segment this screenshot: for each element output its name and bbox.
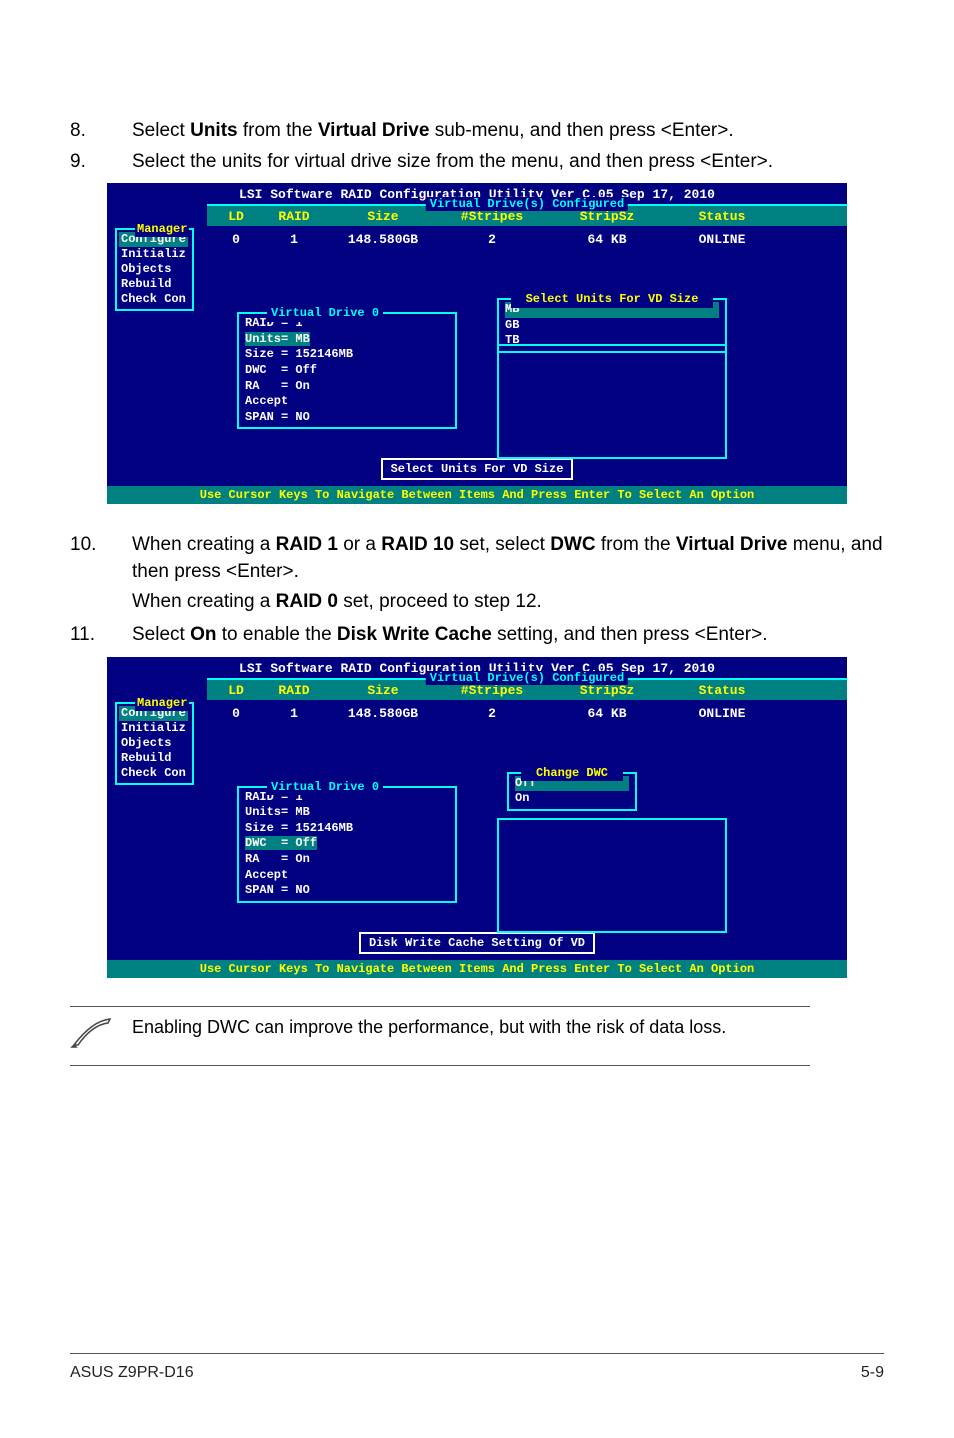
note-pencil-icon	[70, 1017, 114, 1055]
menu-item: Check Con	[119, 766, 188, 781]
footer-page-number: 5-9	[861, 1364, 884, 1382]
step-body-sub: When creating a RAID 0 set, proceed to s…	[132, 589, 884, 616]
bios-footer: Use Cursor Keys To Navigate Between Item…	[107, 486, 847, 504]
menu-item: Rebuild	[119, 751, 188, 766]
bios-screenshot-1: LSI Software RAID Configuration Utility …	[107, 183, 847, 504]
virtual-drive-0-box: Virtual Drive 0 RAID = 1 Units= MB Size …	[237, 312, 457, 429]
select-option: On	[515, 791, 629, 807]
menu-item: Objects	[119, 736, 188, 751]
step-body: When creating a RAID 1 or a RAID 10 set,…	[132, 532, 884, 585]
menu-item: Initializ	[119, 721, 188, 736]
management-menu: Manager Configure Initializ Objects Rebu…	[115, 702, 194, 785]
note-text: Enabling DWC can improve the performance…	[132, 1017, 810, 1038]
step-number: 8.	[70, 118, 102, 145]
select-option: GB	[505, 318, 719, 334]
status-bar: Select Units For VD Size	[381, 458, 574, 480]
bios-data-row: 0 1 148.580GB 2 64 KB ONLINE	[207, 226, 783, 251]
step-body: Select On to enable the Disk Write Cache…	[132, 622, 884, 649]
menu-item: Rebuild	[119, 277, 188, 292]
virtual-drive-0-box: Virtual Drive 0 RAID = 1 Units= MB Size …	[237, 786, 457, 903]
footer-product: ASUS Z9PR-D16	[70, 1364, 194, 1382]
step-number: 11.	[70, 622, 102, 649]
bios-footer: Use Cursor Keys To Navigate Between Item…	[107, 960, 847, 978]
spacer-box	[497, 818, 727, 933]
bios-screenshot-2: LSI Software RAID Configuration Utility …	[107, 657, 847, 978]
config-label: Virtual Drive(s) Configured	[426, 671, 628, 685]
menu-item: Initializ	[119, 247, 188, 262]
bios-data-row: 0 1 148.580GB 2 64 KB ONLINE	[207, 700, 783, 725]
change-dwc-box: Change DWC Off On	[507, 772, 637, 811]
status-bar: Disk Write Cache Setting Of VD	[359, 932, 595, 954]
management-menu: Manager Configure Initializ Objects Rebu…	[115, 228, 194, 311]
spacer-box	[497, 344, 727, 459]
step-body: Select the units for virtual drive size …	[132, 149, 884, 176]
step-number: 10.	[70, 532, 102, 585]
step-number: 9.	[70, 149, 102, 176]
config-label: Virtual Drive(s) Configured	[426, 197, 628, 211]
menu-item: Objects	[119, 262, 188, 277]
menu-item: Check Con	[119, 292, 188, 307]
step-body: Select Units from the Virtual Drive sub-…	[132, 118, 884, 145]
